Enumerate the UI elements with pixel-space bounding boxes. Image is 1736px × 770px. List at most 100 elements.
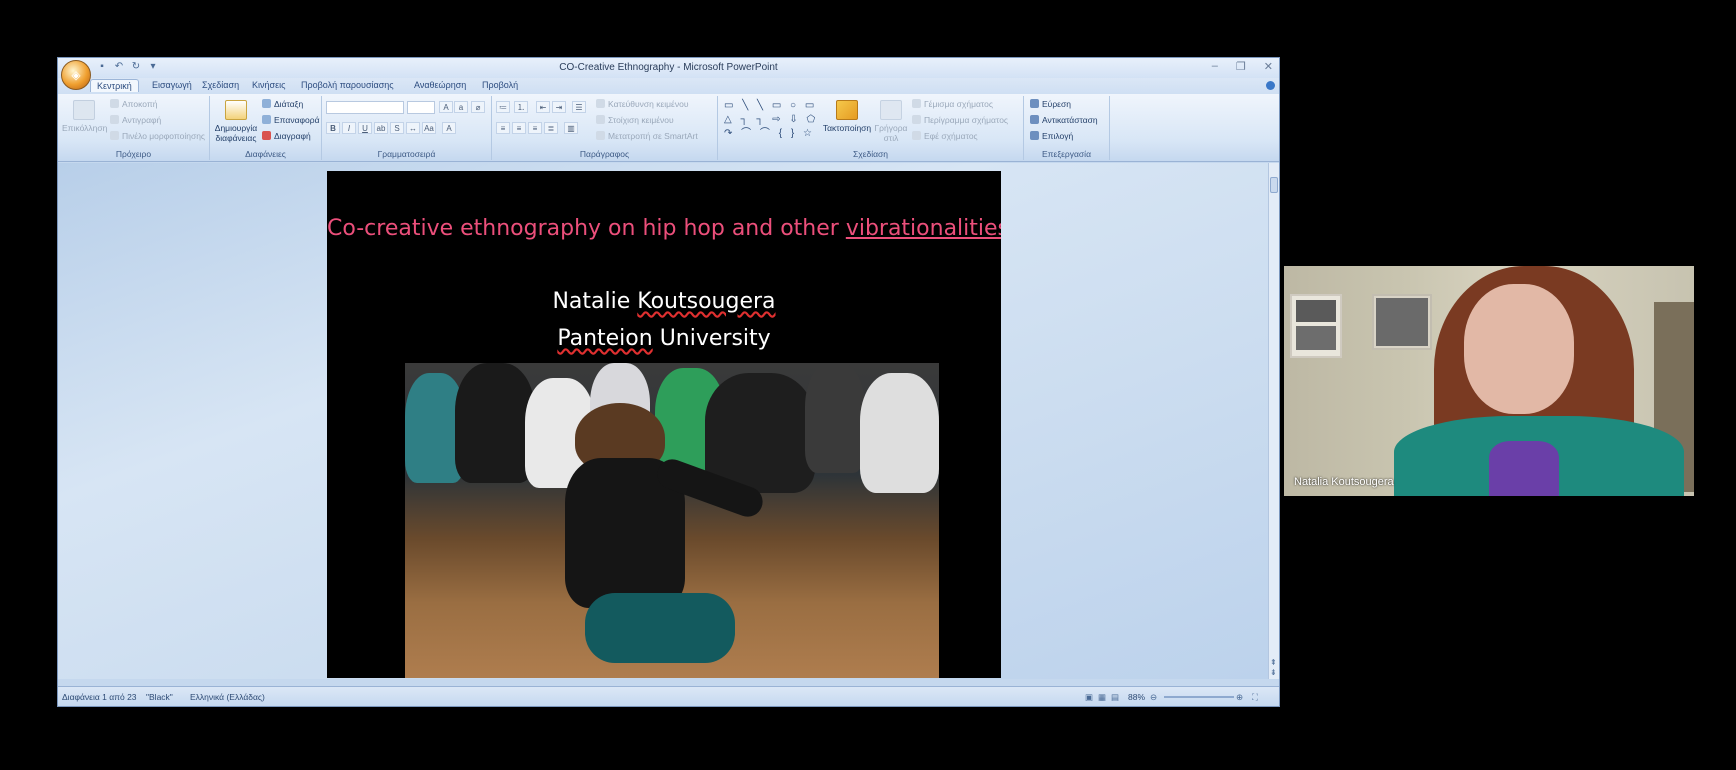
tab-home[interactable]: Κεντρική [90, 79, 139, 92]
slide-title[interactable]: Co-creative ethnography on hip hop and o… [327, 216, 1001, 241]
slide-author[interactable]: Natalie Koutsougera [327, 289, 1001, 314]
zoom-slider[interactable] [1164, 696, 1234, 698]
strikethrough-icon[interactable]: ab [374, 122, 388, 134]
reset-button[interactable]: Επαναφορά [262, 115, 319, 125]
new-slide-button[interactable]: Δημιουργία διαφάνειας [212, 100, 260, 143]
format-painter-button[interactable]: Πινέλο μορφοποίησης [110, 131, 205, 141]
font-color-icon[interactable]: A [442, 122, 456, 134]
theme-name[interactable]: "Black" [146, 692, 173, 702]
font-size-combo[interactable] [407, 101, 435, 114]
bold-icon[interactable]: B [326, 122, 340, 134]
status-bar: Διαφάνεια 1 από 23 "Black" Ελληνικά (Ελλ… [58, 686, 1279, 706]
minimize-icon[interactable]: – [1212, 60, 1218, 73]
align-left-icon[interactable]: ≡ [496, 122, 510, 134]
fit-window-icon[interactable]: ⛶ [1252, 692, 1258, 703]
tab-animations[interactable]: Κινήσεις [246, 79, 291, 91]
paste-button[interactable]: Επικόλληση [62, 100, 107, 133]
close-icon[interactable]: ✕ [1264, 60, 1273, 73]
smartart-icon [596, 131, 605, 140]
sorter-view-icon[interactable]: ▦ [1098, 692, 1106, 703]
participant-video-tile[interactable]: Natalia Koutsougera [1284, 266, 1694, 496]
numbering-icon[interactable]: ⒈ [514, 101, 528, 113]
shapes-gallery[interactable]: ▭ ╲ ╲ ▭ ○ ▭ △ ┐ ┐ ⇨ ⇩ ⬠ ↷ ⌒ ⌒ { } ☆ [724, 99, 820, 143]
change-case-icon[interactable]: Aa [422, 122, 436, 134]
ribbon-tabs: Κεντρική Εισαγωγή Σχεδίαση Κινήσεις Προβ… [58, 78, 1279, 94]
copy-icon [110, 115, 119, 124]
delete-icon [262, 131, 271, 140]
tab-insert[interactable]: Εισαγωγή [146, 79, 198, 91]
justify-icon[interactable]: ≣ [544, 122, 558, 134]
font-name-combo[interactable] [326, 101, 404, 114]
slide-counter: Διαφάνεια 1 από 23 [62, 692, 137, 702]
window-controls: – ❐ ✕ [1212, 60, 1273, 73]
grow-font-icon[interactable]: A [439, 101, 453, 113]
title-bar: ▪ ↶ ↻ ▾ CO-Creative Ethnography - Micros… [58, 58, 1279, 78]
brush-icon [110, 131, 119, 140]
layout-button[interactable]: Διάταξη [262, 99, 303, 109]
text-direction-icon [596, 99, 605, 108]
tab-review[interactable]: Αναθεώρηση [408, 79, 472, 91]
line-spacing-icon[interactable]: ☰ [572, 101, 586, 113]
window-title: CO-Creative Ethnography - Microsoft Powe… [559, 62, 778, 73]
tab-view[interactable]: Προβολή [476, 79, 524, 91]
copy-button[interactable]: Αντιγραφή [110, 115, 161, 125]
paste-icon [73, 100, 95, 120]
slide-editing-area[interactable]: Co-creative ethnography on hip hop and o… [58, 163, 1270, 679]
office-logo-icon: ◈ [71, 68, 81, 82]
align-center-icon[interactable]: ≡ [512, 122, 526, 134]
group-paragraph: ≔ ⒈ ⇤ ⇥ ☰ ≡ ≡ ≡ ≣ ▥ Κατεύθυνση κειμένου … [492, 96, 718, 160]
clear-format-icon[interactable]: ⌀ [471, 101, 485, 113]
slide-affiliation[interactable]: Panteion University [327, 326, 1001, 351]
tab-design[interactable]: Σχεδίαση [196, 79, 245, 91]
text-direction-button[interactable]: Κατεύθυνση κειμένου [596, 99, 688, 109]
replace-button[interactable]: Αντικατάσταση [1030, 115, 1098, 125]
arrange-button[interactable]: Τακτοποίηση [822, 100, 872, 133]
zoom-level[interactable]: 88% [1128, 692, 1145, 702]
underline-icon[interactable]: U [358, 122, 372, 134]
smartart-button[interactable]: Μετατροπή σε SmartArt [596, 131, 698, 141]
ribbon: Επικόλληση Αποκοπή Αντιγραφή Πινέλο μορφ… [58, 94, 1279, 162]
normal-view-icon[interactable]: ▣ [1085, 692, 1093, 703]
next-slide-icon[interactable]: ⇟ [1270, 668, 1277, 677]
group-label: Διαφάνειες [245, 149, 286, 159]
shape-outline-button[interactable]: Περίγραμμα σχήματος [912, 115, 1008, 125]
restore-icon[interactable]: ❐ [1236, 60, 1246, 73]
shadow-icon[interactable]: S [390, 122, 404, 134]
group-font: A a ⌀ B I U ab S ↔ Aa A Γραμματοσειρά [322, 96, 492, 160]
columns-icon[interactable]: ▥ [564, 122, 578, 134]
tab-slide-show[interactable]: Προβολή παρουσίασης [295, 79, 400, 91]
spacing-icon[interactable]: ↔ [406, 122, 420, 134]
cut-button[interactable]: Αποκοπή [110, 99, 158, 109]
quick-styles-button[interactable]: Γρήγορα στιλ [874, 100, 908, 143]
increase-indent-icon[interactable]: ⇥ [552, 101, 566, 113]
shrink-font-icon[interactable]: a [454, 101, 468, 113]
italic-icon[interactable]: I [342, 122, 356, 134]
shape-fill-button[interactable]: Γέμισμα σχήματος [912, 99, 993, 109]
slide[interactable]: Co-creative ethnography on hip hop and o… [327, 171, 1001, 678]
align-text-button[interactable]: Στοίχιση κειμένου [596, 115, 674, 125]
slideshow-view-icon[interactable]: ▤ [1111, 692, 1119, 703]
effects-icon [912, 131, 921, 140]
align-right-icon[interactable]: ≡ [528, 122, 542, 134]
dancer-photo[interactable] [405, 363, 939, 678]
zoom-in-icon[interactable]: ⊕ [1236, 692, 1243, 703]
bullets-icon[interactable]: ≔ [496, 101, 510, 113]
participant-name-label: Natalia Koutsougera [1294, 476, 1394, 488]
office-button[interactable]: ◈ [61, 60, 91, 90]
help-icon[interactable] [1266, 81, 1275, 90]
language-indicator[interactable]: Ελληνικά (Ελλάδας) [190, 692, 265, 702]
reset-icon [262, 115, 271, 124]
find-button[interactable]: Εύρεση [1030, 99, 1071, 109]
quick-styles-icon [880, 100, 902, 120]
select-button[interactable]: Επιλογή [1030, 131, 1073, 141]
shape-effects-button[interactable]: Εφέ σχήματος [912, 131, 978, 141]
scroll-thumb[interactable] [1270, 177, 1278, 193]
new-slide-icon [225, 100, 247, 120]
align-text-icon [596, 115, 605, 124]
vertical-scrollbar[interactable]: ⇞ ⇟ [1268, 163, 1279, 679]
scissors-icon [110, 99, 119, 108]
zoom-out-icon[interactable]: ⊖ [1150, 692, 1157, 703]
decrease-indent-icon[interactable]: ⇤ [536, 101, 550, 113]
prev-slide-icon[interactable]: ⇞ [1270, 658, 1277, 667]
delete-slide-button[interactable]: Διαγραφή [262, 131, 311, 141]
